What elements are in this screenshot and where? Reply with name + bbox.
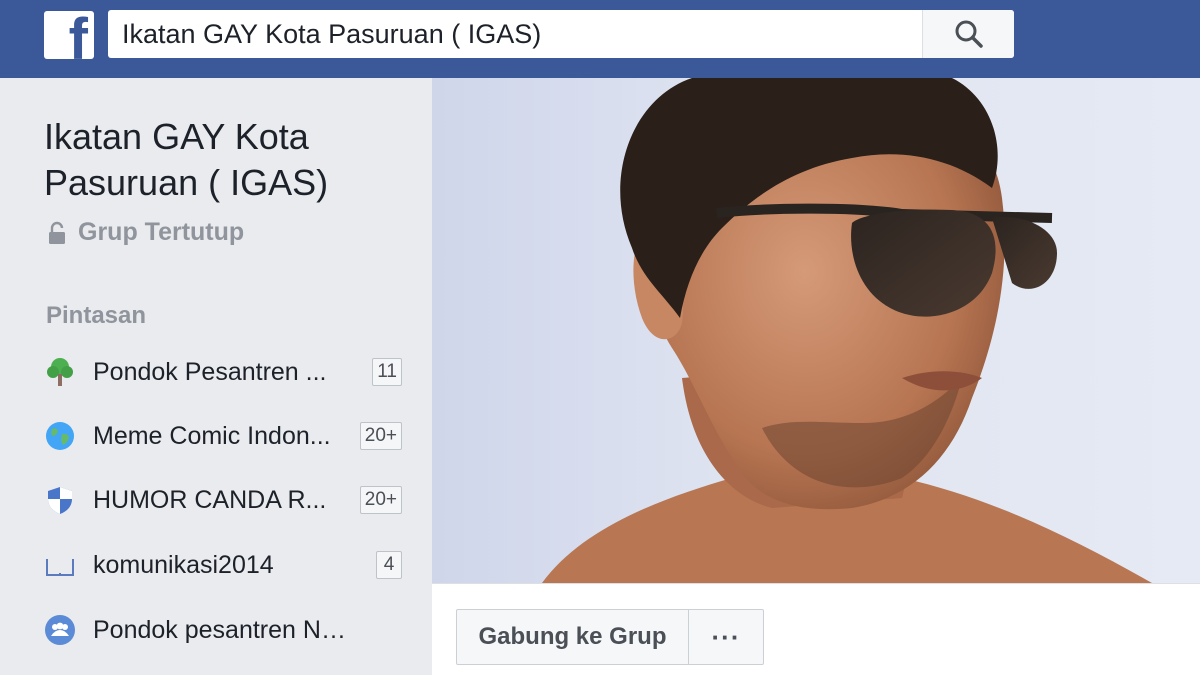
search-button[interactable] xyxy=(922,10,1014,58)
shortcut-label: Meme Comic Indon... xyxy=(93,421,331,450)
privacy-label: Grup Tertutup xyxy=(78,218,245,246)
notification-count-badge: 20+ xyxy=(359,422,402,450)
shortcuts-heading: Pintasan xyxy=(46,302,147,329)
join-group-button[interactable]: Gabung ke Grup xyxy=(457,610,689,664)
shortcut-item-pondok-pesantren[interactable]: Pondok Pesantren ... 11 xyxy=(44,350,402,394)
search-icon xyxy=(955,20,983,48)
search-bar xyxy=(108,10,1014,58)
group-title[interactable]: Ikatan GAY Kota Pasuruan ( IGAS) xyxy=(44,114,404,206)
group-cover-photo xyxy=(432,78,1200,583)
top-navigation-bar: f xyxy=(0,0,1200,78)
shortcut-item-humor-canda[interactable]: HUMOR CANDA R... 20+ xyxy=(44,478,402,522)
group-action-bar: Gabung ke Grup ··· xyxy=(432,583,1200,675)
book-icon xyxy=(44,549,76,581)
shield-icon xyxy=(44,484,76,516)
notification-count-badge: 20+ xyxy=(359,486,402,514)
left-sidebar: Ikatan GAY Kota Pasuruan ( IGAS) Grup Te… xyxy=(0,78,432,675)
notification-count-badge: 11 xyxy=(372,358,402,386)
group-action-buttons: Gabung ke Grup ··· xyxy=(456,609,764,665)
more-options-button[interactable]: ··· xyxy=(689,610,763,664)
shortcut-label: HUMOR CANDA R... xyxy=(93,485,327,514)
shortcut-label: Pondok pesantren NGA... xyxy=(93,615,347,644)
lock-icon xyxy=(49,221,65,244)
globe-icon xyxy=(44,420,76,452)
shortcut-item-pondok-pesantren-nga[interactable]: Pondok pesantren NGA... xyxy=(44,608,402,652)
search-input[interactable] xyxy=(108,10,922,58)
shortcut-label: Pondok Pesantren ... xyxy=(93,357,327,386)
group-privacy-status: Grup Tertutup xyxy=(46,218,244,247)
facebook-logo-icon[interactable]: f xyxy=(44,11,94,59)
shortcut-label: komunikasi2014 xyxy=(93,550,274,579)
cover-photo-man-sunglasses xyxy=(542,78,1152,583)
notification-count-badge: 4 xyxy=(376,551,402,579)
shortcut-item-meme-comic[interactable]: Meme Comic Indon... 20+ xyxy=(44,414,402,458)
shortcut-item-komunikasi2014[interactable]: komunikasi2014 4 xyxy=(44,543,402,587)
group-icon xyxy=(44,614,76,646)
tree-icon xyxy=(44,356,76,388)
